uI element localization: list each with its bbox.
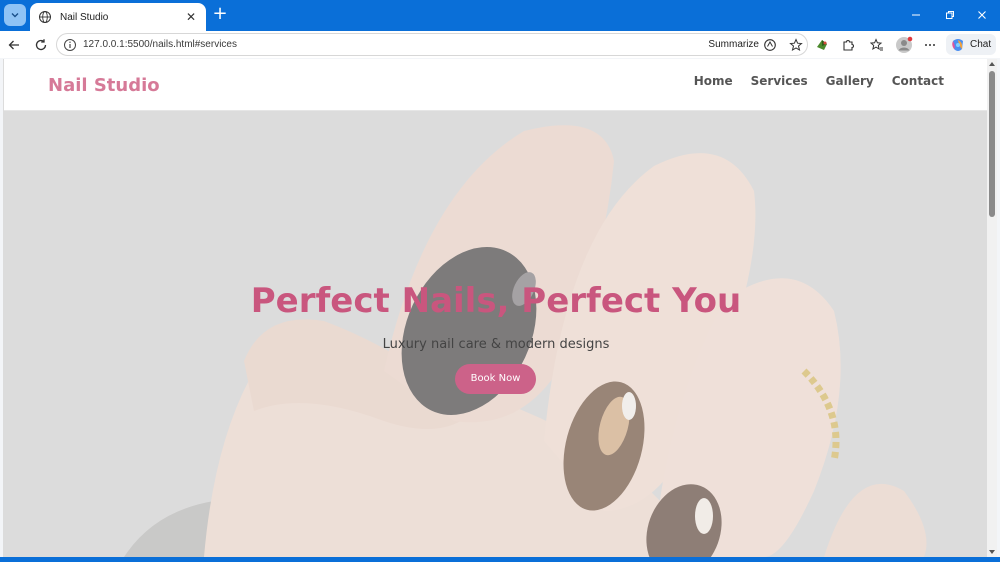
tab-strip: Nail Studio ✕ + — [0, 0, 1000, 31]
page-viewport: Nail Studio Home Services Gallery Contac… — [3, 59, 987, 557]
summarize-button[interactable]: Summarize — [708, 39, 759, 50]
copilot-icon — [952, 38, 963, 51]
back-button[interactable] — [5, 36, 23, 54]
site-header: Nail Studio Home Services Gallery Contac… — [4, 59, 987, 111]
url-text[interactable]: 127.0.0.1:5500/nails.html#services — [83, 39, 708, 50]
more-icon — [925, 44, 935, 46]
hero-subtitle: Luxury nail care & modern designs — [382, 337, 610, 352]
window-bottom-edge — [0, 557, 1000, 562]
profile-icon — [896, 36, 913, 53]
back-icon — [8, 40, 19, 50]
chat-label: Chat — [970, 39, 992, 50]
puzzle-button[interactable] — [839, 36, 857, 54]
scroll-thumb[interactable] — [989, 71, 995, 217]
info-icon[interactable] — [63, 38, 77, 52]
favorites-button[interactable] — [868, 36, 886, 54]
nav-services[interactable]: Services — [751, 74, 808, 88]
site-nav: Home Services Gallery Contact — [694, 74, 944, 88]
book-now-button[interactable]: Book Now — [455, 364, 536, 394]
tab-title: Nail Studio — [60, 11, 109, 23]
restore-button[interactable] — [940, 6, 960, 24]
close-icon — [978, 11, 986, 19]
refresh-icon — [35, 39, 47, 51]
browser-window: Nail Studio ✕ + 127.0.0.1:5500/nails.htm… — [0, 0, 1000, 562]
scroll-up-icon[interactable] — [989, 61, 995, 67]
tab-close-icon[interactable]: ✕ — [184, 10, 198, 24]
summarize-icon[interactable] — [763, 38, 777, 52]
extension-button[interactable] — [813, 36, 831, 54]
minimize-icon — [912, 14, 920, 16]
nav-gallery[interactable]: Gallery — [826, 74, 874, 88]
address-bar[interactable]: 127.0.0.1:5500/nails.html#services Summa… — [56, 33, 808, 56]
chevron-down-icon — [11, 13, 19, 18]
hero-section: Perfect Nails, Perfect You Luxury nail c… — [4, 111, 987, 557]
refresh-button[interactable] — [32, 36, 50, 54]
favorites-icon — [870, 38, 883, 51]
browser-toolbar: 127.0.0.1:5500/nails.html#services Summa… — [0, 31, 1000, 58]
window-close-button[interactable] — [972, 6, 992, 24]
site-logo[interactable]: Nail Studio — [48, 75, 160, 96]
more-button[interactable] — [921, 36, 939, 54]
globe-icon — [38, 10, 52, 24]
star-icon[interactable] — [789, 37, 803, 52]
tab-menu-button[interactable] — [4, 4, 26, 26]
minimize-button[interactable] — [906, 6, 926, 24]
page-scrollbar[interactable] — [987, 59, 997, 557]
nav-contact[interactable]: Contact — [892, 74, 944, 88]
profile-button[interactable] — [895, 36, 913, 54]
scroll-down-icon[interactable] — [989, 549, 995, 555]
extension-icon — [817, 40, 827, 50]
new-tab-button[interactable]: + — [211, 5, 229, 24]
nav-home[interactable]: Home — [694, 74, 733, 88]
active-tab[interactable]: Nail Studio ✕ — [30, 3, 206, 31]
hero-content: Perfect Nails, Perfect You Luxury nail c… — [4, 111, 987, 557]
restore-icon — [946, 11, 954, 19]
puzzle-icon — [843, 40, 854, 51]
hero-title: Perfect Nails, Perfect You — [250, 281, 742, 321]
copilot-chat-button[interactable]: Chat — [946, 34, 996, 55]
